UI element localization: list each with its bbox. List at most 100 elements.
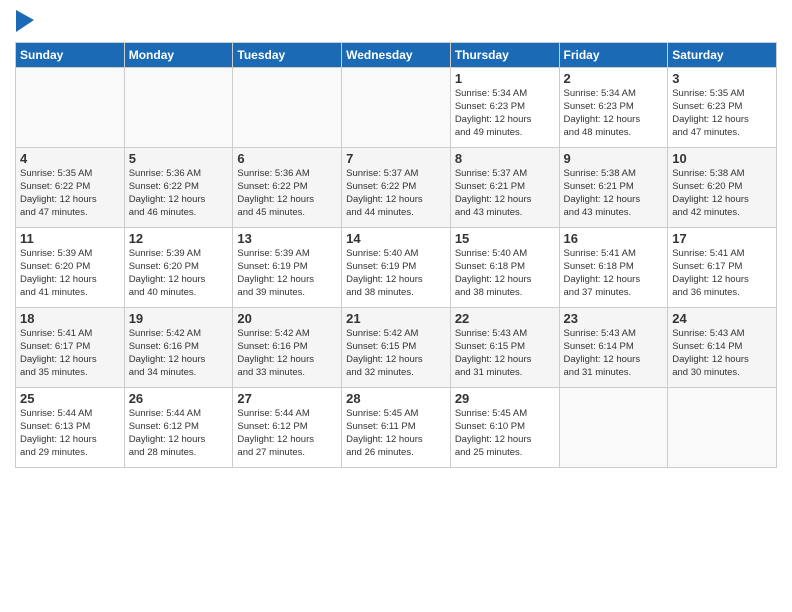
- calendar-cell: 20 Sunrise: 5:42 AM Sunset: 6:16 PM Dayli…: [233, 308, 342, 388]
- calendar-cell: [124, 68, 233, 148]
- week-row-3: 18 Sunrise: 5:41 AM Sunset: 6:17 PM Dayli…: [16, 308, 777, 388]
- day-number: 24: [672, 311, 772, 326]
- day-number: 6: [237, 151, 337, 166]
- day-header-saturday: Saturday: [668, 43, 777, 68]
- calendar-cell: 4 Sunrise: 5:35 AM Sunset: 6:22 PM Daylig…: [16, 148, 125, 228]
- calendar-cell: 23 Sunrise: 5:43 AM Sunset: 6:14 PM Dayli…: [559, 308, 668, 388]
- day-info: Sunrise: 5:39 AM Sunset: 6:20 PM Dayligh…: [20, 248, 120, 299]
- logo-icon: [16, 10, 34, 32]
- day-info: Sunrise: 5:45 AM Sunset: 6:10 PM Dayligh…: [455, 408, 555, 459]
- day-header-thursday: Thursday: [450, 43, 559, 68]
- day-number: 22: [455, 311, 555, 326]
- calendar-cell: 19Sunrise: 5:42 AM Sunset: 6:16 PM Dayli…: [124, 308, 233, 388]
- day-number: 27: [237, 391, 337, 406]
- day-info: Sunrise: 5:36 AM Sunset: 6:22 PM Dayligh…: [129, 168, 229, 219]
- day-number: 14: [346, 231, 446, 246]
- day-number: 11: [20, 231, 120, 246]
- day-header-monday: Monday: [124, 43, 233, 68]
- day-info: Sunrise: 5:45 AM Sunset: 6:11 PM Dayligh…: [346, 408, 446, 459]
- day-number: 18: [20, 311, 120, 326]
- calendar-cell: 26Sunrise: 5:44 AM Sunset: 6:12 PM Dayli…: [124, 388, 233, 468]
- day-info: Sunrise: 5:41 AM Sunset: 6:17 PM Dayligh…: [672, 248, 772, 299]
- calendar-cell: 13 Sunrise: 5:39 AM Sunset: 6:19 PM Dayli…: [233, 228, 342, 308]
- day-number: 21: [346, 311, 446, 326]
- calendar-cell: 1 Sunrise: 5:34 AM Sunset: 6:23 PM Daylig…: [450, 68, 559, 148]
- day-info: Sunrise: 5:44 AM Sunset: 6:13 PM Dayligh…: [20, 408, 120, 459]
- calendar-cell: 28 Sunrise: 5:45 AM Sunset: 6:11 PM Dayli…: [342, 388, 451, 468]
- day-info: Sunrise: 5:42 AM Sunset: 6:16 PM Dayligh…: [237, 328, 337, 379]
- week-row-1: 4 Sunrise: 5:35 AM Sunset: 6:22 PM Daylig…: [16, 148, 777, 228]
- calendar-cell: 22 Sunrise: 5:43 AM Sunset: 6:15 PM Dayli…: [450, 308, 559, 388]
- day-info: Sunrise: 5:43 AM Sunset: 6:14 PM Dayligh…: [672, 328, 772, 379]
- calendar-cell: [342, 68, 451, 148]
- calendar-cell: 15 Sunrise: 5:40 AM Sunset: 6:18 PM Dayli…: [450, 228, 559, 308]
- day-info: Sunrise: 5:37 AM Sunset: 6:21 PM Dayligh…: [455, 168, 555, 219]
- day-header-tuesday: Tuesday: [233, 43, 342, 68]
- calendar-table: SundayMondayTuesdayWednesdayThursdayFrid…: [15, 42, 777, 468]
- day-number: 19: [129, 311, 229, 326]
- logo-text: [15, 10, 34, 36]
- header: [15, 10, 777, 34]
- day-number: 16: [564, 231, 664, 246]
- day-number: 23: [564, 311, 664, 326]
- day-header-sunday: Sunday: [16, 43, 125, 68]
- day-info: Sunrise: 5:35 AM Sunset: 6:23 PM Dayligh…: [672, 88, 772, 139]
- day-info: Sunrise: 5:36 AM Sunset: 6:22 PM Dayligh…: [237, 168, 337, 219]
- day-number: 2: [564, 71, 664, 86]
- calendar-header-row: SundayMondayTuesdayWednesdayThursdayFrid…: [16, 43, 777, 68]
- calendar-cell: [559, 388, 668, 468]
- day-info: Sunrise: 5:41 AM Sunset: 6:18 PM Dayligh…: [564, 248, 664, 299]
- calendar-cell: 11 Sunrise: 5:39 AM Sunset: 6:20 PM Dayli…: [16, 228, 125, 308]
- calendar-cell: 9 Sunrise: 5:38 AM Sunset: 6:21 PM Daylig…: [559, 148, 668, 228]
- day-number: 26: [129, 391, 229, 406]
- calendar-cell: 5 Sunrise: 5:36 AM Sunset: 6:22 PM Daylig…: [124, 148, 233, 228]
- day-info: Sunrise: 5:34 AM Sunset: 6:23 PM Dayligh…: [564, 88, 664, 139]
- day-info: Sunrise: 5:41 AM Sunset: 6:17 PM Dayligh…: [20, 328, 120, 379]
- day-number: 8: [455, 151, 555, 166]
- calendar-cell: 2 Sunrise: 5:34 AM Sunset: 6:23 PM Daylig…: [559, 68, 668, 148]
- week-row-0: 1 Sunrise: 5:34 AM Sunset: 6:23 PM Daylig…: [16, 68, 777, 148]
- day-number: 7: [346, 151, 446, 166]
- logo: [15, 10, 34, 34]
- day-number: 28: [346, 391, 446, 406]
- calendar-cell: 10Sunrise: 5:38 AM Sunset: 6:20 PM Dayli…: [668, 148, 777, 228]
- calendar-cell: [16, 68, 125, 148]
- day-number: 4: [20, 151, 120, 166]
- day-info: Sunrise: 5:43 AM Sunset: 6:15 PM Dayligh…: [455, 328, 555, 379]
- day-number: 25: [20, 391, 120, 406]
- day-info: Sunrise: 5:40 AM Sunset: 6:18 PM Dayligh…: [455, 248, 555, 299]
- day-info: Sunrise: 5:43 AM Sunset: 6:14 PM Dayligh…: [564, 328, 664, 379]
- day-number: 12: [129, 231, 229, 246]
- calendar-cell: 27 Sunrise: 5:44 AM Sunset: 6:12 PM Dayli…: [233, 388, 342, 468]
- day-info: Sunrise: 5:39 AM Sunset: 6:20 PM Dayligh…: [129, 248, 229, 299]
- day-number: 9: [564, 151, 664, 166]
- day-header-friday: Friday: [559, 43, 668, 68]
- calendar-cell: 7Sunrise: 5:37 AM Sunset: 6:22 PM Daylig…: [342, 148, 451, 228]
- calendar-cell: 12 Sunrise: 5:39 AM Sunset: 6:20 PM Dayli…: [124, 228, 233, 308]
- day-number: 13: [237, 231, 337, 246]
- day-info: Sunrise: 5:34 AM Sunset: 6:23 PM Dayligh…: [455, 88, 555, 139]
- calendar-body: 1 Sunrise: 5:34 AM Sunset: 6:23 PM Daylig…: [16, 68, 777, 468]
- calendar-cell: [668, 388, 777, 468]
- calendar-cell: 6 Sunrise: 5:36 AM Sunset: 6:22 PM Daylig…: [233, 148, 342, 228]
- day-info: Sunrise: 5:44 AM Sunset: 6:12 PM Dayligh…: [237, 408, 337, 459]
- day-number: 17: [672, 231, 772, 246]
- day-number: 5: [129, 151, 229, 166]
- day-info: Sunrise: 5:38 AM Sunset: 6:21 PM Dayligh…: [564, 168, 664, 219]
- week-row-4: 25 Sunrise: 5:44 AM Sunset: 6:13 PM Dayli…: [16, 388, 777, 468]
- calendar-cell: 16 Sunrise: 5:41 AM Sunset: 6:18 PM Dayli…: [559, 228, 668, 308]
- day-number: 15: [455, 231, 555, 246]
- calendar-cell: 3 Sunrise: 5:35 AM Sunset: 6:23 PM Daylig…: [668, 68, 777, 148]
- day-number: 1: [455, 71, 555, 86]
- calendar-cell: [233, 68, 342, 148]
- day-number: 20: [237, 311, 337, 326]
- page: SundayMondayTuesdayWednesdayThursdayFrid…: [0, 0, 792, 612]
- day-info: Sunrise: 5:42 AM Sunset: 6:15 PM Dayligh…: [346, 328, 446, 379]
- day-info: Sunrise: 5:40 AM Sunset: 6:19 PM Dayligh…: [346, 248, 446, 299]
- day-number: 10: [672, 151, 772, 166]
- day-number: 3: [672, 71, 772, 86]
- day-info: Sunrise: 5:39 AM Sunset: 6:19 PM Dayligh…: [237, 248, 337, 299]
- calendar-cell: 8 Sunrise: 5:37 AM Sunset: 6:21 PM Daylig…: [450, 148, 559, 228]
- day-info: Sunrise: 5:35 AM Sunset: 6:22 PM Dayligh…: [20, 168, 120, 219]
- calendar-cell: 14 Sunrise: 5:40 AM Sunset: 6:19 PM Dayli…: [342, 228, 451, 308]
